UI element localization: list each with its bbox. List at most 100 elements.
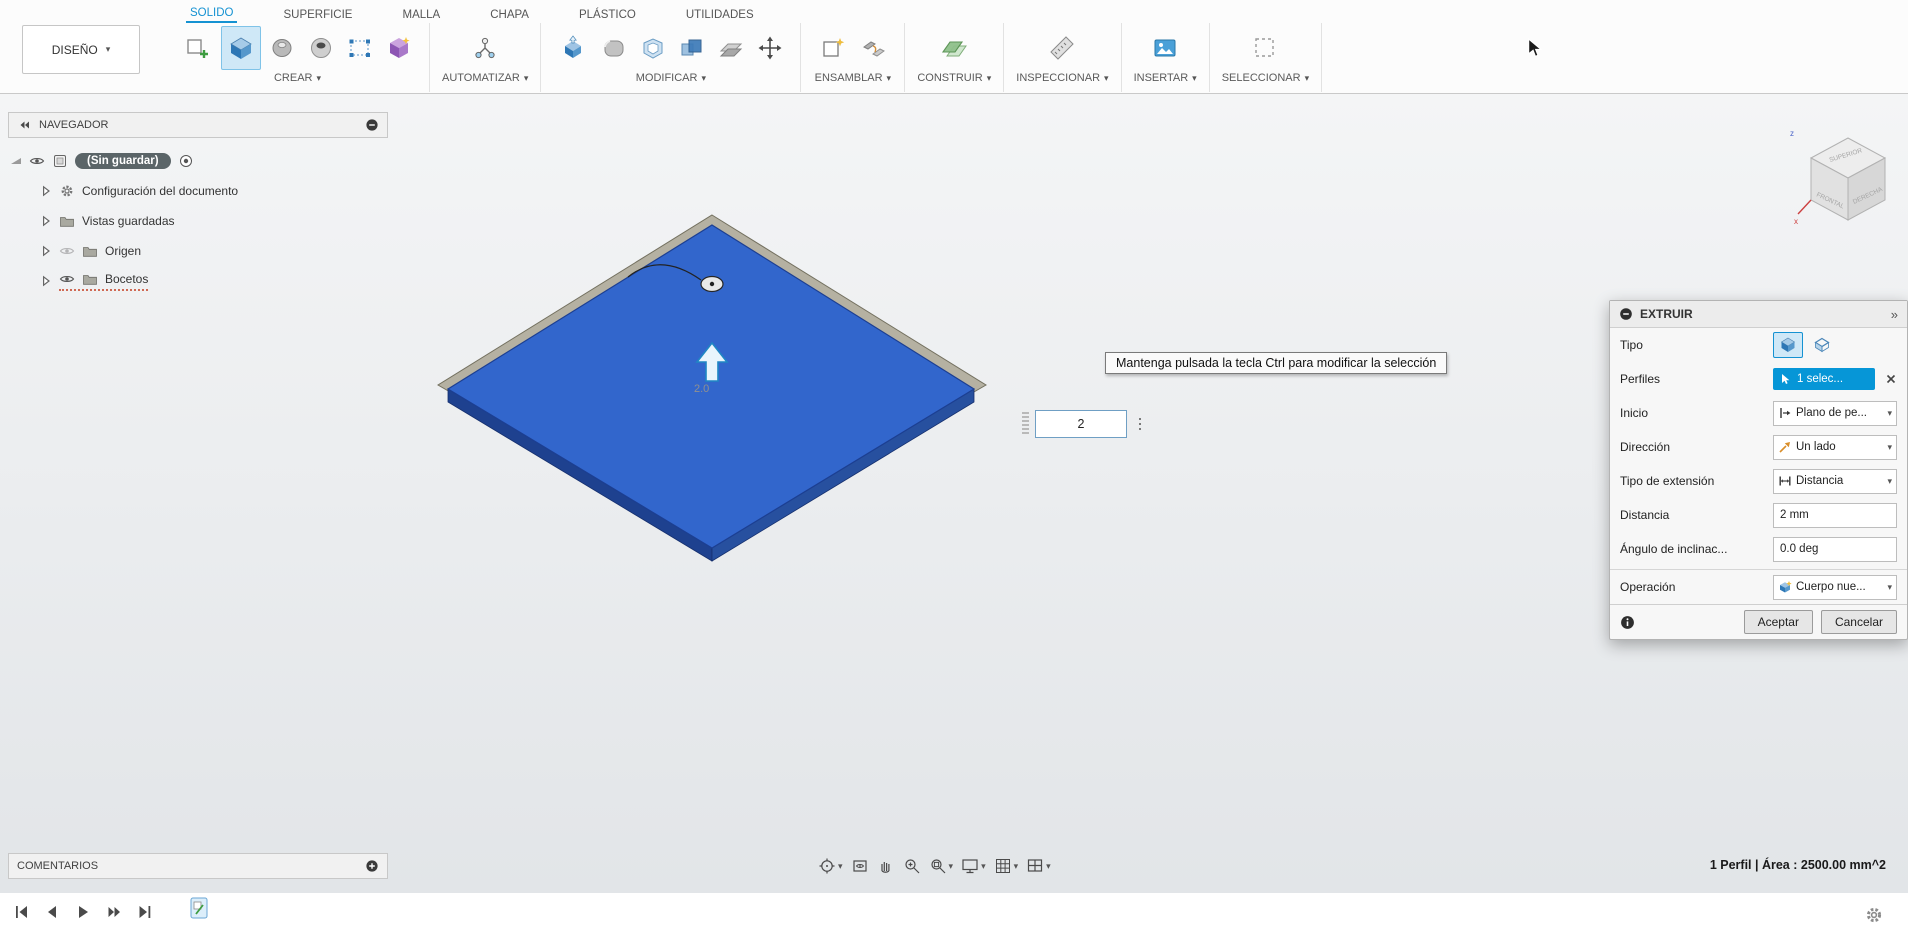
- offset-face-button[interactable]: [713, 26, 749, 70]
- start-dropdown[interactable]: Plano de pe... ▾: [1773, 400, 1897, 426]
- look-at-button[interactable]: [851, 857, 869, 875]
- group-label-seleccionar[interactable]: SELECCIONAR ▾: [1222, 72, 1309, 84]
- cancel-button[interactable]: Cancelar: [1820, 610, 1897, 634]
- group-label-construir[interactable]: CONSTRUIR ▾: [917, 72, 991, 84]
- play-button[interactable]: [74, 903, 92, 921]
- eye-hidden-icon[interactable]: [59, 243, 75, 259]
- group-label-text: ENSAMBLAR: [814, 72, 883, 84]
- tab-chapa[interactable]: CHAPA: [486, 6, 533, 23]
- create-sketch-icon: [187, 39, 208, 58]
- viewcube[interactable]: SUPERIOR FRONTAL DERECHA x z: [1786, 120, 1908, 246]
- expand-arrow-icon[interactable]: [40, 275, 52, 287]
- primitives-button[interactable]: [381, 26, 417, 70]
- eye-icon[interactable]: [29, 153, 45, 169]
- pan-button[interactable]: [877, 857, 895, 875]
- select-button[interactable]: [1245, 26, 1285, 70]
- zoom-button[interactable]: [903, 857, 921, 875]
- step-back-button[interactable]: [43, 903, 61, 921]
- hole-button[interactable]: [303, 26, 339, 70]
- zoom-window-button[interactable]: ▾: [929, 857, 953, 875]
- insert-button[interactable]: [1145, 26, 1185, 70]
- dimension-options-button[interactable]: [1133, 412, 1147, 436]
- group-label-text: INSPECCIONAR: [1016, 72, 1101, 84]
- eye-icon[interactable]: [59, 271, 75, 287]
- group-label-automatizar[interactable]: AUTOMATIZAR ▾: [442, 72, 528, 84]
- viewports-button[interactable]: ▾: [1026, 857, 1051, 875]
- revolve-button[interactable]: [264, 26, 300, 70]
- sketches-highlight: Bocetos: [59, 271, 149, 291]
- add-comment-icon[interactable]: [365, 859, 379, 873]
- pattern-button[interactable]: [342, 26, 378, 70]
- extrude-button[interactable]: [221, 26, 261, 70]
- group-label-insertar[interactable]: INSERTAR ▾: [1134, 72, 1197, 84]
- group-label-modificar[interactable]: MODIFICAR ▾: [636, 72, 706, 84]
- move-copy-button[interactable]: [752, 26, 788, 70]
- design-workspace-button[interactable]: DISEÑO ▾: [22, 25, 140, 74]
- timeline-sketch-feature[interactable]: [190, 897, 208, 919]
- clear-selection-button[interactable]: [1885, 373, 1897, 385]
- shell-button[interactable]: [635, 26, 671, 70]
- component-icon: [54, 155, 66, 167]
- measure-button[interactable]: [1042, 26, 1082, 70]
- tab-plastico[interactable]: PLÁSTICO: [575, 6, 640, 23]
- tree-row-sketches[interactable]: Bocetos: [10, 266, 390, 296]
- tree-row-saved-views[interactable]: Vistas guardadas: [10, 206, 390, 236]
- operation-dropdown[interactable]: Cuerpo nue... ▾: [1773, 574, 1897, 600]
- tab-malla[interactable]: MALLA: [398, 6, 444, 23]
- minimize-panel-icon[interactable]: [365, 118, 379, 132]
- expand-arrow-icon[interactable]: [40, 215, 52, 227]
- expand-arrow-icon[interactable]: [40, 245, 52, 257]
- root-expand-icon[interactable]: [10, 155, 22, 167]
- joint-button[interactable]: [856, 26, 892, 70]
- combine-button[interactable]: [674, 26, 710, 70]
- caret-down-icon: ▾: [838, 860, 843, 871]
- extrude-dialog-header[interactable]: EXTRUIR »: [1610, 301, 1907, 328]
- document-name-badge[interactable]: (Sin guardar): [75, 153, 171, 169]
- measure-icon: [1050, 36, 1075, 60]
- tab-utilidades[interactable]: UTILIDADES: [682, 6, 758, 23]
- dimension-drag-handle[interactable]: [1022, 412, 1029, 436]
- extent-type-dropdown[interactable]: Distancia ▾: [1773, 468, 1897, 494]
- fillet-icon: [604, 40, 624, 57]
- go-to-end-button[interactable]: [136, 903, 154, 921]
- automate-button[interactable]: [465, 26, 505, 70]
- direction-dropdown[interactable]: Un lado ▾: [1773, 434, 1897, 460]
- selection-status-text: 1 Perfil | Área : 2500.00 mm^2: [1709, 858, 1886, 872]
- distance-field[interactable]: [1773, 502, 1897, 528]
- step-forward-button[interactable]: [105, 903, 123, 921]
- tab-solido[interactable]: SOLIDO: [186, 4, 238, 23]
- distance-canvas-input[interactable]: [1035, 410, 1127, 438]
- tab-superficie[interactable]: SUPERFICIE: [279, 6, 356, 23]
- grid-snap-button[interactable]: ▾: [994, 857, 1018, 875]
- group-label-inspeccionar[interactable]: INSPECCIONAR ▾: [1016, 72, 1108, 84]
- tree-row-document-settings[interactable]: Configuración del documento: [10, 176, 390, 206]
- extrude-type-thin-button[interactable]: [1807, 332, 1837, 358]
- taper-angle-field[interactable]: [1773, 536, 1897, 562]
- new-component-button[interactable]: [813, 26, 853, 70]
- fillet-button[interactable]: [596, 26, 632, 70]
- expand-arrow-icon[interactable]: [40, 185, 52, 197]
- combine-icon: [681, 39, 702, 56]
- dock-panel-icon[interactable]: »: [1891, 307, 1898, 322]
- timeline-settings-button[interactable]: [1864, 905, 1884, 925]
- orbit-button[interactable]: ▾: [818, 857, 843, 875]
- extrude-type-solid-button[interactable]: [1773, 332, 1803, 358]
- go-to-start-button[interactable]: [12, 903, 30, 921]
- tree-row-root[interactable]: (Sin guardar): [10, 146, 390, 176]
- group-label-crear[interactable]: CREAR ▾: [274, 72, 321, 84]
- press-pull-button[interactable]: [553, 26, 593, 70]
- tree-row-origin[interactable]: Origen: [10, 236, 390, 266]
- info-icon[interactable]: [1620, 615, 1635, 630]
- caret-down-icon: ▾: [1304, 72, 1310, 83]
- minus-circle-icon[interactable]: [1619, 307, 1633, 321]
- construct-plane-button[interactable]: [934, 26, 974, 70]
- row-operacion: Operación Cuerpo nue... ▾: [1610, 569, 1907, 604]
- group-label-ensamblar[interactable]: ENSAMBLAR ▾: [815, 72, 891, 84]
- ribbon-toolbar: SOLIDO SUPERFICIE MALLA CHAPA PLÁSTICO U…: [0, 0, 1908, 94]
- collapse-panel-icon[interactable]: [17, 118, 31, 132]
- profiles-selection-chip[interactable]: 1 selec...: [1773, 368, 1875, 390]
- activate-component-icon[interactable]: [178, 153, 194, 169]
- create-sketch-button[interactable]: [178, 26, 218, 70]
- accept-button[interactable]: Aceptar: [1743, 610, 1813, 634]
- display-settings-button[interactable]: ▾: [961, 857, 986, 875]
